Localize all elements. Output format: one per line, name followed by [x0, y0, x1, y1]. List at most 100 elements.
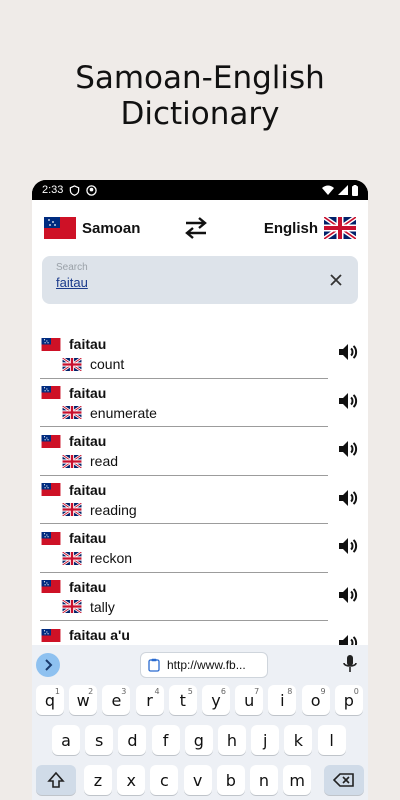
result-translation: read [62, 453, 118, 469]
result-translation-text: tally [90, 598, 115, 615]
result-word: faitau [69, 530, 107, 546]
keyboard-row-3: zxcvbnm [32, 765, 368, 799]
key-e[interactable]: e3 [102, 685, 131, 715]
key-i[interactable]: i8 [268, 685, 297, 715]
result-row[interactable]: faitau reading [32, 476, 368, 524]
key-r[interactable]: r4 [135, 685, 164, 715]
speaker-icon[interactable] [336, 389, 360, 413]
source-language-button[interactable]: Samoan [44, 217, 140, 239]
result-source: faitau a'u [41, 627, 130, 643]
uk-flag-icon [62, 551, 82, 565]
key-n[interactable]: n [250, 765, 278, 795]
result-translation-text: reckon [90, 550, 133, 566]
swap-languages-icon[interactable] [182, 216, 210, 240]
key-o[interactable]: o9 [301, 685, 330, 715]
result-translation: enumerate [62, 405, 157, 421]
uk-flag-icon [62, 600, 82, 613]
microphone-icon[interactable] [342, 654, 358, 674]
key-b[interactable]: b [216, 765, 245, 795]
key-g[interactable]: g [184, 725, 213, 755]
shift-key[interactable] [36, 765, 76, 795]
key-hint: 7 [254, 687, 260, 696]
result-word: faitau [69, 433, 107, 449]
key-h[interactable]: h [218, 725, 246, 755]
backspace-key[interactable] [324, 765, 364, 795]
result-translation-text: count [90, 356, 125, 372]
source-language-label: Samoan [82, 219, 141, 237]
result-word: faitau [69, 336, 107, 352]
clipboard-suggestion-chip[interactable]: http://www.fb... [140, 652, 268, 678]
key-y[interactable]: y6 [202, 685, 230, 715]
keyboard-row-2: asdfghjkl [32, 725, 368, 759]
result-word: faitau a'u [69, 627, 130, 643]
uk-flag-icon [62, 406, 82, 419]
key-u[interactable]: u7 [235, 685, 264, 715]
search-field[interactable]: Search faitau [42, 256, 358, 304]
key-a[interactable]: a [52, 725, 80, 755]
key-hint: 5 [187, 687, 193, 696]
target-language-button[interactable]: English [264, 217, 356, 239]
result-translation: tally [62, 599, 115, 615]
uk-flag-icon [62, 454, 82, 468]
wifi-icon [322, 185, 334, 195]
key-w[interactable]: w2 [69, 685, 98, 715]
key-s[interactable]: s [85, 725, 114, 755]
result-source: faitau [41, 482, 106, 498]
result-row[interactable]: faitau enumerate [32, 379, 368, 427]
clipboard-icon [148, 658, 160, 672]
samoa-flag-icon [44, 217, 76, 239]
key-hint: 9 [320, 687, 326, 696]
result-source: faitau [41, 433, 106, 449]
result-translation-text: reading [90, 501, 137, 518]
speaker-icon[interactable] [336, 486, 360, 510]
key-hint: 4 [154, 687, 160, 696]
result-translation: reckon [62, 550, 132, 566]
app-screen: Samoan English Search faitau faitau coun… [32, 200, 368, 800]
result-word: faitau [69, 384, 107, 401]
status-bar: 2:33 [32, 180, 368, 200]
key-j[interactable]: j [251, 725, 280, 755]
language-bar: Samoan English [32, 200, 368, 256]
uk-flag-icon [62, 503, 82, 516]
speaker-icon[interactable] [336, 437, 360, 461]
result-row[interactable]: faitau count [32, 330, 368, 379]
result-row[interactable]: faitau read [32, 427, 368, 476]
key-t[interactable]: t5 [168, 685, 197, 715]
key-z[interactable]: z [84, 765, 112, 795]
key-d[interactable]: d [118, 725, 147, 755]
results-list: faitau count faitau enumerate faitau read fait… [32, 330, 368, 650]
result-row[interactable]: faitau reckon [32, 524, 368, 573]
close-icon[interactable] [328, 272, 344, 288]
samoa-flag-icon [41, 483, 61, 496]
key-m[interactable]: m [283, 765, 312, 795]
key-f[interactable]: f [151, 725, 180, 755]
chevron-right-icon [45, 659, 53, 671]
result-translation: count [62, 356, 124, 372]
uk-flag-icon [324, 217, 356, 239]
result-row[interactable]: faitau tally [32, 573, 368, 621]
phone-frame: 2:33 Samoan English Search faitau faitau… [32, 180, 368, 800]
samoa-flag-icon [41, 580, 61, 593]
samoa-flag-icon [41, 386, 61, 399]
key-l[interactable]: l [317, 725, 346, 755]
key-q[interactable]: q1 [36, 685, 64, 715]
key-k[interactable]: k [284, 725, 313, 755]
battery-icon [352, 184, 358, 196]
search-input[interactable]: faitau [56, 275, 344, 290]
samoa-flag-icon [41, 628, 61, 642]
key-p[interactable]: p0 [334, 685, 363, 715]
speaker-icon[interactable] [336, 583, 360, 607]
result-source: faitau [41, 336, 106, 352]
result-word: faitau [69, 481, 107, 498]
keyboard-expand-button[interactable] [36, 653, 60, 677]
key-x[interactable]: x [117, 765, 146, 795]
key-v[interactable]: v [183, 765, 212, 795]
status-time: 2:33 [42, 184, 64, 196]
key-c[interactable]: c [150, 765, 179, 795]
speaker-icon[interactable] [336, 534, 360, 558]
speaker-icon[interactable] [336, 340, 360, 364]
search-placeholder: Search [56, 262, 88, 273]
key-hint: 1 [54, 687, 60, 696]
clipboard-url: http://www.fb... [167, 658, 246, 672]
promo-title: Samoan-English Dictionary [75, 60, 325, 132]
